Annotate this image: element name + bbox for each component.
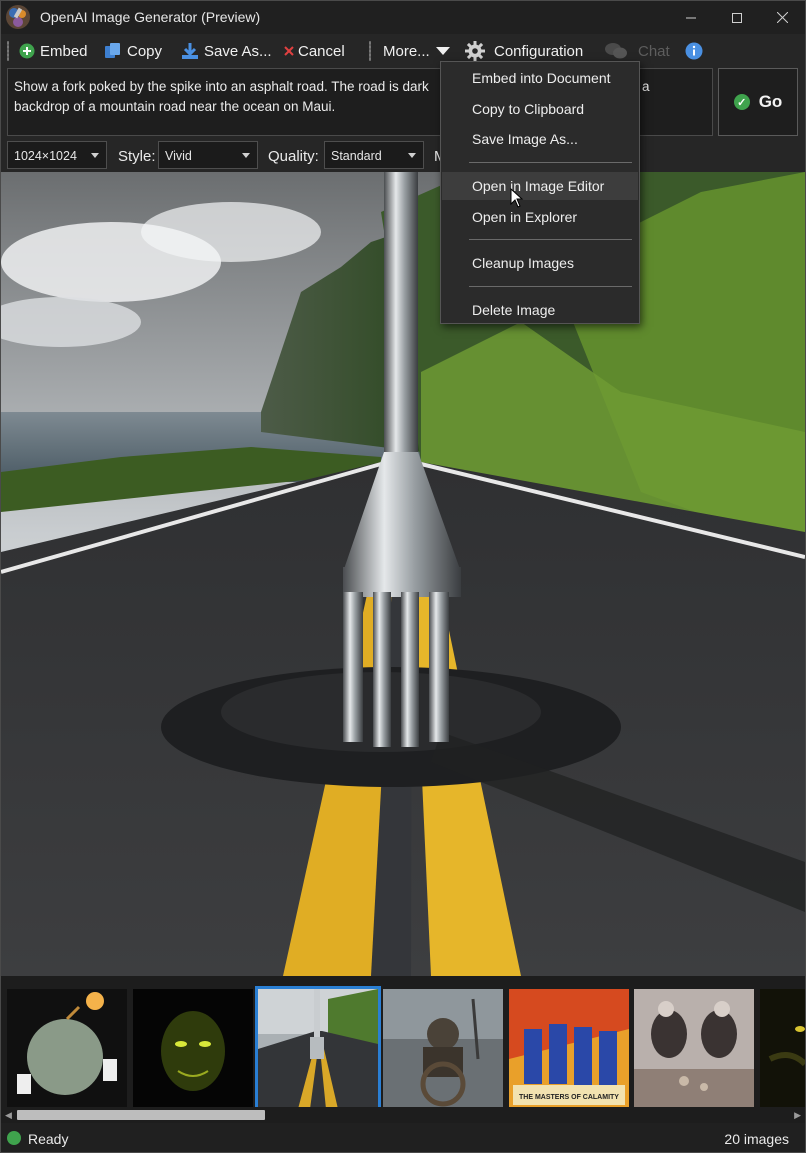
quality-label: Quality: — [268, 148, 319, 165]
app-icon — [6, 5, 30, 29]
chat-bubbles-icon — [604, 42, 628, 60]
copy-label: Copy — [127, 42, 163, 60]
scroll-left-icon[interactable]: ◀ — [5, 1110, 12, 1121]
options-row: 1024×1024 Style: Vivid Quality: Standard… — [1, 140, 805, 172]
toolbar-grip-2[interactable] — [369, 41, 371, 61]
toolbar: Embed Copy Save As... Cancel More... Con… — [1, 34, 805, 66]
save-as-button[interactable]: Save As... — [181, 40, 272, 62]
thumbnail-comic-poster[interactable]: THE MASTERS OF CALAMITY — [509, 989, 629, 1109]
image-count: 20 images — [724, 1131, 789, 1147]
fork-road-image — [1, 172, 805, 976]
minimize-button[interactable] — [668, 1, 714, 34]
cancel-label: Cancel — [298, 42, 345, 60]
thumbnail-vultures[interactable] — [634, 989, 754, 1109]
menu-item-open-in-image-editor[interactable]: Open in Image Editor — [442, 172, 638, 200]
info-icon — [685, 42, 703, 60]
configuration-button[interactable]: Configuration — [465, 40, 583, 62]
thumbnail-strip: THE MASTERS OF CALAMITY — [1, 976, 805, 1123]
style-label: Style: — [118, 148, 156, 165]
quality-select[interactable]: Standard — [324, 141, 424, 169]
minimize-icon — [686, 17, 696, 18]
more-menu: Embed into Document Copy to Clipboard Sa… — [440, 61, 640, 324]
thumbnail-fork-road[interactable] — [255, 986, 381, 1112]
title-bar: OpenAI Image Generator (Preview) — [1, 1, 805, 34]
close-icon — [776, 12, 788, 23]
menu-item-open-in-explorer[interactable]: Open in Explorer — [442, 203, 638, 231]
app-window: OpenAI Image Generator (Preview) Embed C… — [0, 0, 806, 1153]
download-icon — [181, 42, 199, 60]
maximize-icon — [732, 12, 742, 23]
menu-item-copy-to-clipboard[interactable]: Copy to Clipboard — [442, 95, 638, 123]
chevron-down-icon — [435, 46, 451, 56]
thumbnail-money-bomb[interactable] — [7, 989, 127, 1109]
status-text: Ready — [28, 1131, 69, 1147]
quality-value: Standard — [331, 149, 382, 163]
status-indicator-icon — [7, 1131, 21, 1145]
thumbnail-monster-face[interactable] — [133, 989, 253, 1109]
menu-separator — [469, 162, 632, 163]
menu-separator — [469, 286, 632, 287]
check-circle-icon: ✓ — [733, 94, 750, 110]
copy-icon — [104, 42, 122, 60]
go-label: Go — [758, 92, 783, 111]
configuration-label: Configuration — [494, 42, 584, 60]
status-bar: Ready 20 images — [1, 1123, 805, 1152]
menu-item-embed-into-document[interactable]: Embed into Document — [442, 64, 638, 92]
thumbnail-pirate-ship[interactable] — [383, 989, 503, 1109]
embed-label: Embed — [40, 42, 88, 60]
chevron-down-icon — [91, 153, 99, 158]
toolbar-grip[interactable] — [7, 41, 9, 61]
cancel-button[interactable]: Cancel — [284, 40, 345, 62]
maximize-button[interactable] — [714, 1, 760, 34]
size-select[interactable]: 1024×1024 — [7, 141, 107, 169]
menu-item-delete-image[interactable]: Delete Image — [442, 296, 638, 324]
more-button[interactable]: More... — [383, 40, 456, 62]
menu-separator — [469, 239, 632, 240]
menu-item-save-image-as[interactable]: Save Image As... — [442, 125, 638, 153]
window-title: OpenAI Image Generator (Preview) — [40, 9, 261, 25]
scrollbar-thumb[interactable] — [17, 1110, 265, 1120]
save-as-label: Save As... — [204, 42, 272, 60]
x-icon — [284, 46, 294, 56]
go-button[interactable]: ✓ Go — [718, 68, 798, 136]
poster-caption: THE MASTERS OF CALAMITY — [519, 1094, 619, 1101]
generated-image[interactable] — [1, 172, 805, 976]
chat-button[interactable]: Chat — [604, 40, 670, 62]
copy-button[interactable]: Copy — [104, 40, 162, 62]
prompt-line-1: Show a fork poked by the spike into an a… — [14, 79, 429, 94]
size-value: 1024×1024 — [14, 149, 77, 163]
menu-item-cleanup-images[interactable]: Cleanup Images — [442, 249, 638, 277]
cursor-icon — [510, 188, 524, 208]
embed-button[interactable]: Embed — [19, 40, 88, 62]
gear-icon — [465, 41, 485, 61]
more-label: More... — [383, 42, 430, 60]
prompt-line-1-tail: a — [642, 79, 650, 94]
info-button[interactable] — [685, 40, 703, 62]
thumbnail-scrollbar[interactable]: ◀ ▶ — [1, 1107, 805, 1123]
scroll-right-icon[interactable]: ▶ — [794, 1110, 801, 1121]
thumbnail-creature[interactable] — [760, 989, 805, 1109]
style-value: Vivid — [165, 149, 192, 163]
style-select[interactable]: Vivid — [158, 141, 258, 169]
plus-circle-icon — [19, 43, 35, 59]
chevron-down-icon — [408, 153, 416, 158]
chat-label: Chat — [638, 42, 670, 60]
chevron-down-icon — [242, 153, 250, 158]
close-button[interactable] — [759, 1, 805, 34]
